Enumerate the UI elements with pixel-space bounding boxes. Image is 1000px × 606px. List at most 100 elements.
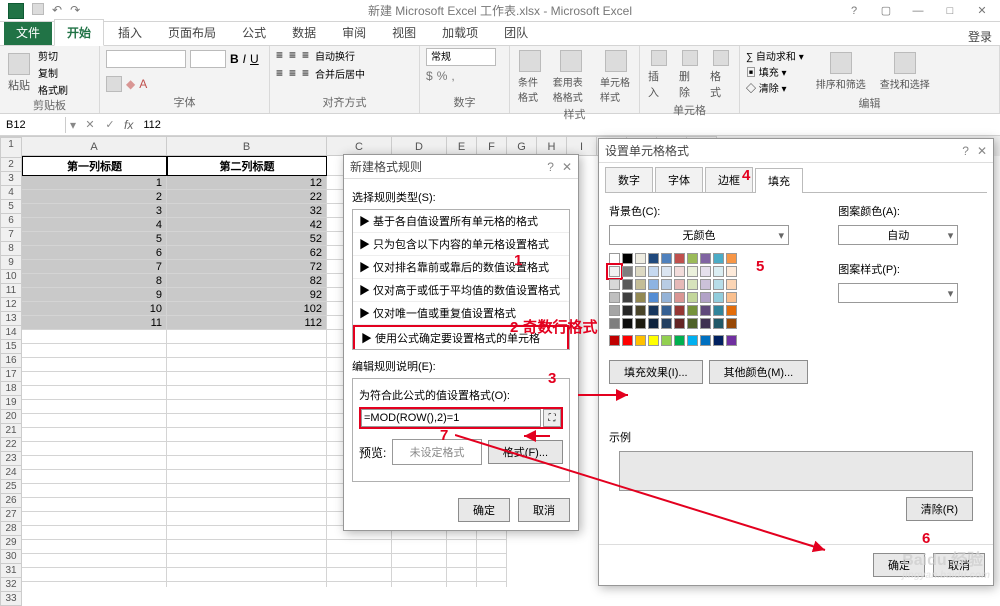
color-swatch[interactable] bbox=[713, 305, 724, 316]
row-header[interactable]: 28 bbox=[0, 522, 22, 536]
cell[interactable]: 10 bbox=[22, 302, 167, 316]
row-header[interactable]: 18 bbox=[0, 382, 22, 396]
col-header[interactable]: C bbox=[327, 136, 392, 156]
color-swatch[interactable] bbox=[622, 292, 633, 303]
color-swatch[interactable] bbox=[713, 253, 724, 264]
tab-file[interactable]: 文件 bbox=[4, 20, 52, 45]
color-swatch[interactable] bbox=[622, 279, 633, 290]
cell[interactable] bbox=[22, 568, 167, 582]
cell[interactable] bbox=[167, 512, 327, 526]
tab-number[interactable]: 数字 bbox=[605, 167, 653, 192]
cell[interactable]: 6 bbox=[22, 246, 167, 260]
color-swatch[interactable] bbox=[609, 305, 620, 316]
qat-save-icon[interactable] bbox=[32, 3, 44, 15]
tab-insert[interactable]: 插入 bbox=[106, 20, 154, 45]
currency-icon[interactable]: $ bbox=[426, 69, 433, 83]
autosum-button[interactable]: ∑ 自动求和 ▾ bbox=[746, 48, 804, 63]
row-header[interactable]: 24 bbox=[0, 466, 22, 480]
color-swatch[interactable] bbox=[687, 253, 698, 264]
color-swatch[interactable] bbox=[648, 266, 659, 277]
cell[interactable] bbox=[167, 442, 327, 456]
tab-formulas[interactable]: 公式 bbox=[230, 20, 278, 45]
color-swatch[interactable] bbox=[661, 305, 672, 316]
color-swatch[interactable] bbox=[648, 318, 659, 329]
row-header[interactable]: 29 bbox=[0, 536, 22, 550]
qat-undo-icon[interactable]: ↶ bbox=[52, 3, 62, 19]
comma-icon[interactable]: , bbox=[451, 69, 454, 83]
cell[interactable] bbox=[167, 568, 327, 582]
color-swatch[interactable] bbox=[700, 266, 711, 277]
color-swatch[interactable] bbox=[674, 305, 685, 316]
paste-button[interactable]: 粘贴 bbox=[6, 51, 32, 95]
format-button[interactable]: 格式(F)... bbox=[488, 440, 563, 464]
color-swatch[interactable] bbox=[661, 279, 672, 290]
cell[interactable] bbox=[167, 372, 327, 386]
row-header[interactable]: 5 bbox=[0, 200, 22, 214]
cell[interactable] bbox=[22, 400, 167, 414]
row-header[interactable]: 14 bbox=[0, 326, 22, 340]
row-header[interactable]: 13 bbox=[0, 312, 22, 326]
cell[interactable] bbox=[447, 582, 477, 587]
color-swatch[interactable] bbox=[726, 335, 737, 346]
color-swatch[interactable] bbox=[687, 292, 698, 303]
clear-button[interactable]: ◇ 清除 ▾ bbox=[746, 80, 804, 95]
color-swatch[interactable] bbox=[609, 279, 620, 290]
col-header[interactable]: I bbox=[567, 136, 597, 156]
cell[interactable] bbox=[22, 442, 167, 456]
cell[interactable]: 第二列标题 bbox=[167, 156, 327, 176]
color-swatch[interactable] bbox=[661, 318, 672, 329]
cell[interactable]: 102 bbox=[167, 302, 327, 316]
bold-button[interactable]: B bbox=[230, 52, 239, 66]
color-swatch[interactable] bbox=[622, 253, 633, 264]
cell[interactable] bbox=[392, 554, 447, 568]
name-box[interactable]: B12 bbox=[0, 117, 66, 133]
cell-style-button[interactable]: 单元格样式 bbox=[598, 48, 633, 106]
cell[interactable] bbox=[167, 330, 327, 344]
cell[interactable] bbox=[22, 554, 167, 568]
row-header[interactable]: 30 bbox=[0, 550, 22, 564]
tab-addin[interactable]: 加载项 bbox=[430, 20, 490, 45]
cell[interactable]: 62 bbox=[167, 246, 327, 260]
row-header[interactable]: 7 bbox=[0, 228, 22, 242]
cell[interactable]: 11 bbox=[22, 316, 167, 330]
cell[interactable] bbox=[392, 582, 447, 587]
row-header[interactable]: 15 bbox=[0, 340, 22, 354]
color-swatch[interactable] bbox=[674, 335, 685, 346]
rule-type-item[interactable]: ▶ 仅对唯一值或重复值设置格式 bbox=[353, 302, 569, 325]
color-swatch[interactable] bbox=[713, 279, 724, 290]
align-center-icon[interactable]: ≡ bbox=[289, 66, 296, 81]
insert-cells-button[interactable]: 插入 bbox=[646, 48, 671, 102]
color-swatch[interactable] bbox=[700, 305, 711, 316]
cell[interactable] bbox=[392, 568, 447, 582]
rule-type-item-formula[interactable]: ▶ 使用公式确定要设置格式的单元格 bbox=[353, 325, 569, 349]
color-swatch[interactable] bbox=[700, 318, 711, 329]
color-swatch[interactable] bbox=[661, 253, 672, 264]
row-header[interactable]: 4 bbox=[0, 186, 22, 200]
cell[interactable]: 42 bbox=[167, 218, 327, 232]
row-header[interactable]: 10 bbox=[0, 270, 22, 284]
cell[interactable]: 72 bbox=[167, 260, 327, 274]
cell[interactable] bbox=[447, 568, 477, 582]
cell[interactable] bbox=[22, 582, 167, 587]
row-header[interactable]: 3 bbox=[0, 172, 22, 186]
font-size-select[interactable] bbox=[190, 50, 226, 68]
color-swatch[interactable] bbox=[700, 292, 711, 303]
format-cells-button[interactable]: 格式 bbox=[708, 48, 733, 102]
minimize-icon[interactable]: — bbox=[904, 2, 932, 20]
find-select-button[interactable]: 查找和选择 bbox=[878, 50, 932, 93]
rule-ok-button[interactable]: 确定 bbox=[458, 498, 510, 522]
cell[interactable]: 112 bbox=[167, 316, 327, 330]
row-header[interactable]: 1 bbox=[0, 138, 22, 158]
color-swatch[interactable] bbox=[674, 266, 685, 277]
cell[interactable] bbox=[22, 526, 167, 540]
cond-format-button[interactable]: 条件格式 bbox=[516, 48, 545, 106]
color-swatch[interactable] bbox=[609, 266, 620, 277]
table-format-button[interactable]: 套用表格格式 bbox=[551, 48, 592, 106]
cell[interactable] bbox=[22, 484, 167, 498]
clear-button-fmt[interactable]: 清除(R) bbox=[906, 497, 973, 521]
color-swatch[interactable] bbox=[622, 266, 633, 277]
cell[interactable] bbox=[167, 484, 327, 498]
color-swatch[interactable] bbox=[713, 335, 724, 346]
delete-cells-button[interactable]: 删除 bbox=[677, 48, 702, 102]
row-header[interactable]: 27 bbox=[0, 508, 22, 522]
